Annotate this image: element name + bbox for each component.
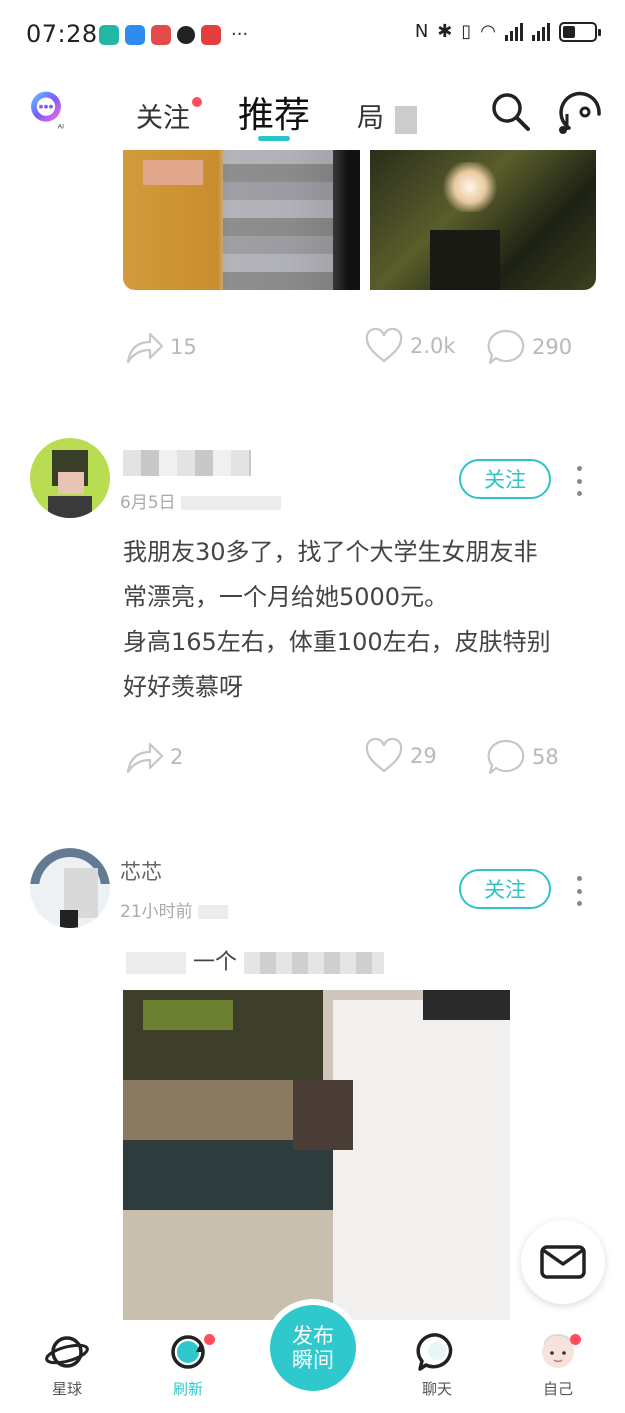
post-2-actions: 2 29 58 (0, 738, 625, 788)
caption-blur (244, 952, 385, 974)
heart-icon (365, 738, 403, 773)
mail-icon (540, 1245, 586, 1279)
like-button[interactable]: 29 (364, 738, 437, 774)
nav-refresh-label: 刷新 (172, 1380, 203, 1398)
post-image-1[interactable] (123, 150, 360, 290)
signal-2-icon (532, 22, 550, 41)
bluetooth-icon: ✱ (437, 21, 453, 42)
more-notifications-icon: ··· (231, 24, 249, 45)
status-time: 07:28 (26, 20, 98, 48)
tab-third[interactable]: 局 (357, 96, 417, 135)
status-bar: 07:28 ··· N ✱ ▯ ◠ (0, 0, 625, 70)
red-app-icon (201, 24, 221, 45)
share-icon (126, 742, 164, 774)
battery-icon (559, 21, 601, 42)
top-nav: AI 关注 推荐 局 (0, 70, 625, 150)
message-app-icon (125, 24, 145, 45)
more-options-icon[interactable] (574, 466, 584, 496)
comment-button[interactable]: 58 (486, 738, 559, 776)
follow-button[interactable]: 关注 (459, 459, 551, 499)
nav-me-label: 自己 (542, 1380, 573, 1398)
app-logo-icon[interactable]: AI (20, 90, 72, 130)
nav-me[interactable]: 自己 (513, 1332, 603, 1399)
nav-refresh[interactable]: 刷新 (143, 1332, 233, 1399)
username-blurred (123, 450, 251, 476)
more-options-icon[interactable] (574, 876, 584, 906)
search-icon[interactable] (489, 90, 531, 132)
avatar[interactable] (30, 848, 110, 928)
heart-icon (365, 328, 403, 363)
active-tab-indicator (258, 136, 290, 141)
signal-1-icon (505, 22, 523, 41)
comment-icon (487, 739, 525, 775)
comment-count: 58 (532, 745, 559, 769)
avatar[interactable] (30, 438, 110, 518)
share-button[interactable]: 2 (124, 738, 183, 776)
like-button[interactable]: 2.0k (364, 328, 456, 364)
like-count: 2.0k (410, 334, 456, 358)
share-count: 2 (170, 745, 184, 769)
post-caption: 一个 (126, 944, 396, 975)
svg-text:AI: AI (58, 123, 64, 130)
messages-button[interactable] (521, 1220, 605, 1304)
post-time: 21小时前 (120, 897, 229, 922)
comment-count: 290 (532, 335, 573, 359)
post-1-actions: 15 2.0k 290 (0, 328, 625, 378)
tab-third-mosaic (394, 105, 417, 134)
chat-icon (416, 1333, 453, 1371)
comment-icon (487, 329, 525, 365)
caption-fragment: 一个 (193, 950, 238, 975)
planet-icon (45, 1336, 89, 1368)
post-text: 我朋友30多了，找了个大学生女朋友非 常漂亮，一个月给她5000元。 身高165… (123, 530, 603, 710)
refresh-badge (204, 1334, 215, 1345)
system-icons: N ✱ ▯ ◠ (414, 21, 601, 42)
nav-planet-label: 星球 (51, 1380, 82, 1398)
post-time-blur (198, 905, 229, 919)
tab-third-label: 局 (357, 103, 384, 134)
huawei-app-icon (151, 24, 171, 45)
comment-button[interactable]: 290 (486, 328, 572, 366)
post-text-line: 常漂亮，一个月给她5000元。 (123, 583, 449, 611)
nav-chat[interactable]: 聊天 (392, 1332, 482, 1399)
publish-label-line1: 发布 (292, 1324, 334, 1348)
me-badge (570, 1334, 581, 1345)
post-time-prefix: 21小时前 (120, 902, 193, 922)
post-time-blur (181, 496, 282, 510)
vibrate-icon: ▯ (461, 21, 472, 42)
caption-blur (126, 952, 186, 974)
username[interactable]: 芯芯 (120, 856, 162, 886)
nav-planet[interactable]: 星球 (22, 1332, 112, 1399)
post-text-line: 我朋友30多了，找了个大学生女朋友非 (123, 538, 538, 566)
post-image-2[interactable] (370, 150, 596, 290)
share-icon (126, 332, 164, 364)
tab-follow[interactable]: 关注 (136, 96, 190, 135)
tab-follow-badge (192, 97, 202, 107)
wifi-icon: ◠ (480, 21, 496, 42)
share-button[interactable]: 15 (124, 328, 197, 366)
like-count: 29 (410, 744, 437, 768)
nfc-icon: N (414, 21, 429, 42)
publish-button[interactable]: 发布 瞬间 (270, 1305, 356, 1391)
shield-app-icon (99, 24, 119, 45)
qq-app-icon (177, 25, 195, 44)
share-count: 15 (170, 335, 197, 359)
post-time-prefix: 6月5日 (120, 493, 176, 513)
post-text-line: 身高165左右，体重100左右，皮肤特别 (123, 628, 551, 656)
notification-icons: ··· (99, 24, 248, 45)
nav-chat-label: 聊天 (421, 1380, 452, 1398)
post-image[interactable] (123, 990, 510, 1320)
publish-label-line2: 瞬间 (292, 1348, 334, 1372)
music-icon[interactable] (555, 90, 605, 136)
post-time: 6月5日 (120, 488, 282, 513)
tab-recommend[interactable]: 推荐 (238, 86, 310, 138)
post-text-line: 好好羡慕呀 (123, 673, 243, 701)
follow-button[interactable]: 关注 (459, 869, 551, 909)
